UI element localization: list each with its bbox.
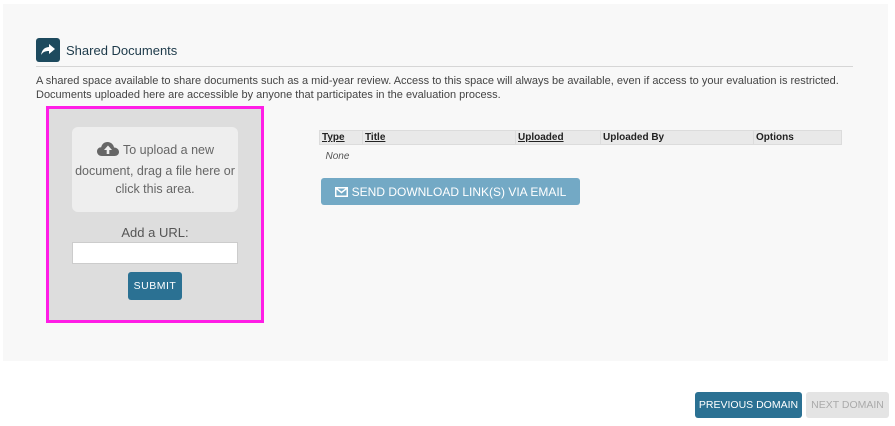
- previous-domain-button[interactable]: PREVIOUS DOMAIN: [695, 392, 802, 418]
- header-divider: [36, 66, 853, 67]
- section-title: Shared Documents: [66, 42, 178, 58]
- send-download-links-label: SEND DOWNLOAD LINK(S) VIA EMAIL: [351, 184, 567, 199]
- url-label: Add a URL:: [121, 225, 189, 240]
- table-row: None: [320, 145, 842, 169]
- column-uploaded-by: Uploaded By: [600, 130, 754, 145]
- url-input[interactable]: [72, 242, 238, 264]
- column-uploaded[interactable]: Uploaded: [515, 130, 601, 145]
- column-type[interactable]: Type: [319, 130, 363, 145]
- cloud-upload-icon: [96, 141, 120, 162]
- send-download-links-button[interactable]: SEND DOWNLOAD LINK(S) VIA EMAIL: [321, 178, 580, 205]
- submit-button[interactable]: SUBMIT: [128, 272, 182, 300]
- table-header-row: Type Title Uploaded Uploaded By Options: [319, 130, 842, 145]
- upload-area: To upload a new document, drag a file he…: [46, 106, 264, 323]
- share-arrow-icon: [36, 38, 60, 62]
- section-description: A shared space available to share docume…: [36, 75, 839, 101]
- next-domain-button[interactable]: NEXT DOMAIN: [806, 392, 889, 418]
- column-options: Options: [753, 130, 842, 145]
- section-header: Shared Documents: [36, 38, 177, 62]
- empty-table-text: None: [325, 151, 350, 162]
- file-drop-zone[interactable]: To upload a new document, drag a file he…: [72, 127, 238, 212]
- documents-table: Type Title Uploaded Uploaded By Options …: [319, 130, 842, 168]
- column-title[interactable]: Title: [362, 130, 516, 145]
- envelope-icon: [334, 186, 348, 197]
